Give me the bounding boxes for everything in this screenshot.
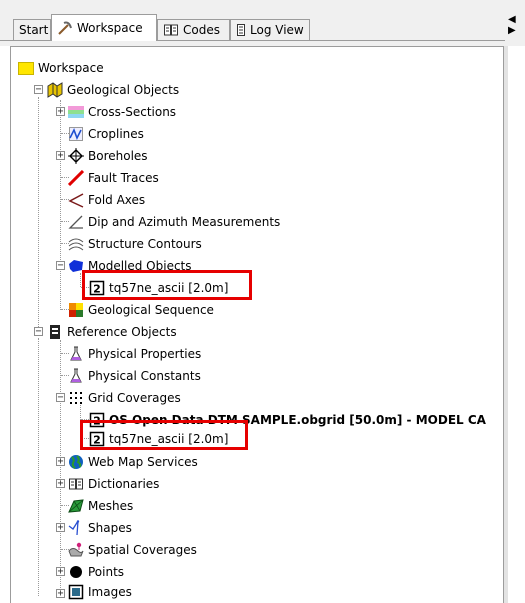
tab-log-view[interactable]: Log View — [230, 19, 310, 40]
fault-trace-icon — [67, 169, 85, 187]
tree-node-label: Dip and Azimuth Measurements — [88, 215, 281, 229]
expand-toggle-cross-sections[interactable]: + — [56, 107, 65, 117]
pickaxe-icon — [57, 20, 73, 36]
tree-node-label: Geological Objects — [67, 83, 180, 97]
tree-node-physical-constants[interactable]: Physical Constants — [68, 366, 201, 386]
tree-node-label: Physical Properties — [88, 347, 202, 361]
tree-connector — [38, 97, 39, 329]
dip-azimuth-icon — [68, 214, 84, 230]
expand-toggle-shapes[interactable]: + — [56, 523, 65, 533]
tree-node-label: Spatial Coverages — [88, 543, 197, 557]
structure-contour-icon — [68, 236, 84, 252]
grid-dots-icon — [68, 390, 84, 406]
tree-node-dictionaries[interactable]: Dictionaries — [68, 474, 159, 494]
collapse-toggle-grid-coverages[interactable]: − — [56, 393, 65, 403]
tab-log-view-label: Log View — [250, 23, 304, 37]
tree-node-cross-sections[interactable]: Cross-Sections — [68, 102, 176, 122]
tab-strip: Start Workspace Codes Log View ◀ ▶ — [0, 0, 525, 46]
tree-node-images[interactable]: Images — [68, 582, 132, 602]
tree-node-label: Geological Sequence — [88, 303, 214, 317]
arrow-left-icon[interactable]: ◀ — [508, 14, 522, 25]
flask-icon — [68, 346, 84, 362]
expand-toggle-points[interactable]: + — [56, 567, 65, 577]
tree-node-label: Croplines — [88, 127, 144, 141]
tree-node-label: Cross-Sections — [88, 105, 177, 119]
tree-node-structure-contours[interactable]: Structure Contours — [68, 234, 202, 254]
tree-connector — [60, 340, 61, 596]
tree-node-fault-traces[interactable]: Fault Traces — [67, 168, 159, 188]
vertical-scrollbar[interactable] — [504, 46, 508, 603]
tree-node-label: Web Map Services — [88, 455, 198, 469]
fold-axis-icon — [68, 192, 84, 208]
tree-node-dip-azimuth[interactable]: Dip and Azimuth Measurements — [68, 212, 280, 232]
tab-workspace[interactable]: Workspace — [51, 14, 157, 41]
tree-node-boreholes[interactable]: Boreholes — [68, 146, 148, 166]
arrow-right-icon[interactable]: ▶ — [508, 25, 522, 36]
tree-node-spatial-coverages[interactable]: Spatial Coverages — [68, 540, 197, 560]
tree-connector — [60, 100, 61, 310]
tree-connector — [38, 338, 39, 596]
tree-node-geological-objects[interactable]: Geological Objects — [47, 80, 179, 100]
tree-node-label: Reference Objects — [67, 325, 177, 339]
tab-start-label: Start — [19, 23, 49, 37]
tab-start[interactable]: Start — [13, 19, 51, 40]
collapse-toggle-geological-objects[interactable]: − — [34, 85, 43, 95]
highlight-box — [80, 420, 248, 450]
tree-node-label: Boreholes — [88, 149, 148, 163]
borehole-icon — [68, 148, 84, 164]
tree-node-web-map-services[interactable]: Web Map Services — [68, 452, 198, 472]
tree-node-label: Fold Axes — [88, 193, 146, 207]
tree-node-meshes[interactable]: Meshes — [68, 496, 133, 516]
tree-node-physical-properties[interactable]: Physical Properties — [68, 344, 201, 364]
panel-collapse-control[interactable]: ◀ ▶ — [508, 14, 522, 44]
expand-toggle-web-map-services[interactable]: + — [56, 457, 65, 467]
flask-icon — [68, 368, 84, 384]
spatial-coverage-icon — [68, 542, 84, 558]
folder-icon — [18, 60, 34, 76]
cross-section-icon — [68, 104, 84, 120]
collapse-toggle-reference-objects[interactable]: − — [34, 327, 43, 337]
expand-toggle-images[interactable]: + — [56, 589, 65, 599]
collapse-toggle-modelled-objects[interactable]: − — [56, 261, 65, 271]
tree-node-label: Dictionaries — [88, 477, 160, 491]
tree-node-label: Grid Coverages — [88, 391, 181, 405]
tree-node-label: Meshes — [88, 499, 134, 513]
geology-map-icon — [47, 82, 63, 98]
tree-node-label: Images — [88, 585, 132, 599]
highlight-box — [82, 270, 252, 300]
expand-toggle-dictionaries[interactable]: + — [56, 479, 65, 489]
mesh-icon — [68, 498, 84, 514]
book-icon — [163, 22, 179, 38]
cropline-icon — [68, 126, 84, 142]
image-icon — [68, 584, 84, 600]
reference-book-icon — [47, 324, 63, 340]
globe-icon — [68, 454, 84, 470]
tree-node-label: Workspace — [38, 61, 104, 75]
log-icon — [236, 22, 246, 38]
point-icon — [68, 564, 84, 580]
shapes-icon — [68, 520, 84, 536]
tree-node-label: Points — [88, 565, 125, 579]
tree-node-label: Structure Contours — [88, 237, 202, 251]
tree-node-label: Physical Constants — [88, 369, 201, 383]
tab-codes[interactable]: Codes — [157, 19, 230, 40]
geological-sequence-icon — [68, 302, 84, 318]
tree-node-croplines[interactable]: Croplines — [68, 124, 144, 144]
tree-node-fold-axes[interactable]: Fold Axes — [68, 190, 145, 210]
expand-toggle-boreholes[interactable]: + — [56, 151, 65, 161]
book-icon — [68, 476, 84, 492]
tab-workspace-label: Workspace — [77, 21, 143, 35]
tree-node-label: Fault Traces — [88, 171, 159, 185]
tree-node-points[interactable]: Points — [68, 562, 124, 582]
tree-node-geological-sequence[interactable]: Geological Sequence — [68, 300, 214, 320]
tree-node-shapes[interactable]: Shapes — [68, 518, 132, 538]
tab-codes-label: Codes — [183, 23, 220, 37]
tree-node-grid-coverages[interactable]: Grid Coverages — [68, 388, 181, 408]
tree-node-reference-objects[interactable]: Reference Objects — [47, 322, 177, 342]
tree-node-label: Shapes — [88, 521, 132, 535]
tree-node-workspace[interactable]: Workspace — [18, 58, 104, 78]
